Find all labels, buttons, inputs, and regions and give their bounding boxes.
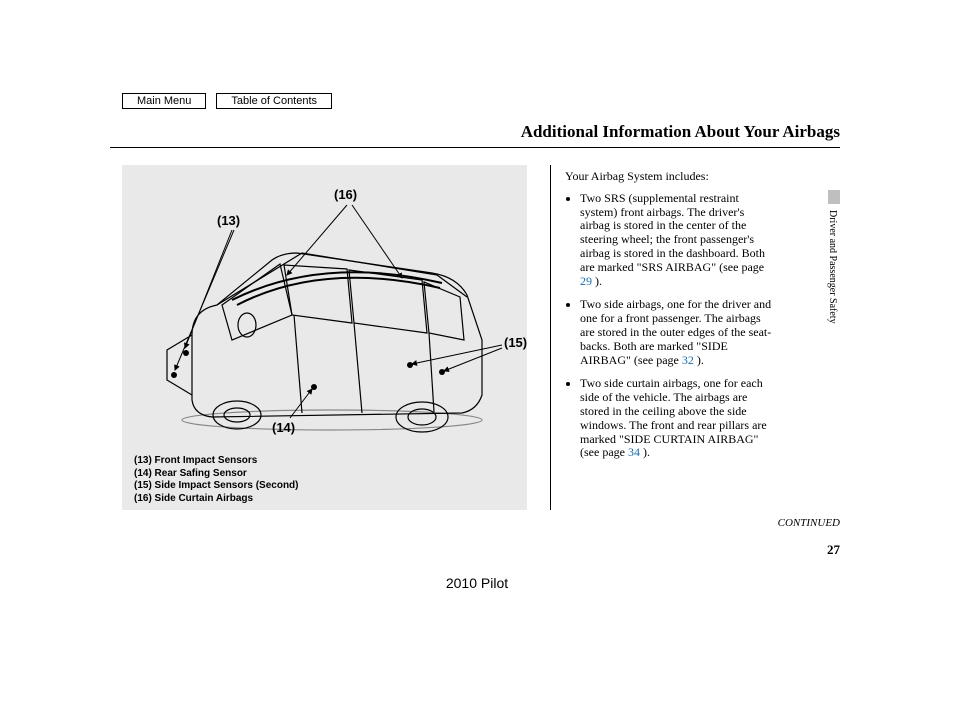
body-text: Your Airbag System includes: Two SRS (su… bbox=[565, 170, 775, 470]
legend-15: (15) Side Impact Sensors (Second) bbox=[134, 480, 299, 493]
callout-14: (14) bbox=[272, 420, 295, 435]
footer-model-year: 2010 Pilot bbox=[0, 575, 954, 591]
page-link-34[interactable]: 34 bbox=[628, 445, 640, 459]
page-link-32[interactable]: 32 bbox=[682, 353, 694, 367]
item-text: Two side airbags, one for the driver and… bbox=[580, 297, 771, 366]
item-text: Two side curtain airbags, one for each s… bbox=[580, 376, 767, 459]
page-title: Additional Information About Your Airbag… bbox=[521, 122, 840, 142]
column-divider bbox=[550, 165, 551, 510]
item-text: Two SRS (supplemental restraint system) … bbox=[580, 191, 765, 274]
section-side-label: Driver and Passenger Safety bbox=[827, 210, 838, 324]
list-item: Two SRS (supplemental restraint system) … bbox=[580, 192, 775, 289]
page-link-29[interactable]: 29 bbox=[580, 274, 592, 288]
legend-13: (13) Front Impact Sensors bbox=[134, 455, 299, 468]
callout-16: (16) bbox=[334, 187, 357, 202]
item-end: ). bbox=[592, 274, 602, 288]
list-item: Two side airbags, one for the driver and… bbox=[580, 298, 775, 367]
main-menu-button[interactable]: Main Menu bbox=[122, 93, 206, 109]
list-item: Two side curtain airbags, one for each s… bbox=[580, 377, 775, 460]
item-end: ). bbox=[640, 445, 650, 459]
body-intro: Your Airbag System includes: bbox=[565, 170, 775, 184]
section-tab bbox=[828, 190, 840, 204]
diagram-legend: (13) Front Impact Sensors (14) Rear Safi… bbox=[134, 455, 299, 505]
legend-14: (14) Rear Safing Sensor bbox=[134, 468, 299, 481]
continued-label: CONTINUED bbox=[778, 517, 840, 529]
toc-button[interactable]: Table of Contents bbox=[216, 93, 332, 109]
vehicle-diagram: (13) (16) (15) (14) (13) Front Impact Se… bbox=[122, 165, 527, 510]
nav-buttons: Main Menu Table of Contents bbox=[122, 93, 332, 109]
manual-page: Main Menu Table of Contents Additional I… bbox=[110, 90, 840, 620]
callout-13: (13) bbox=[217, 213, 240, 228]
item-end: ). bbox=[694, 353, 704, 367]
title-rule bbox=[110, 147, 840, 148]
callout-15: (15) bbox=[504, 335, 527, 350]
page-number: 27 bbox=[827, 542, 840, 558]
legend-16: (16) Side Curtain Airbags bbox=[134, 493, 299, 506]
